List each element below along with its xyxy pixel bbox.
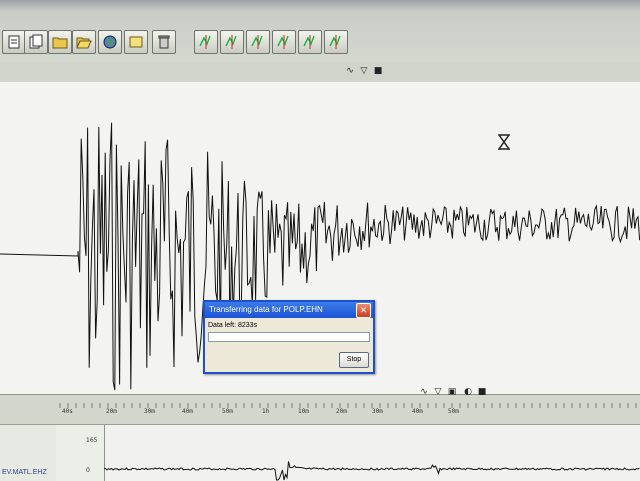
pick-third-button[interactable] [246,30,270,54]
pick-third-icon [251,35,263,49]
lower-waveform-line [104,461,640,481]
pick-first-icon [199,35,211,49]
seismogram-lower-trace[interactable]: EV.MATL.EHZ 165 0 [0,424,640,481]
wave-toggle-icon[interactable]: ∿ [344,65,356,77]
trace-toolbar: ∿ ▽ ■ [0,62,640,83]
note-button[interactable] [124,30,148,54]
dialog-title: Transferring data for POLP.EHN [209,305,323,314]
folder-button[interactable] [48,30,72,54]
pick-second-button[interactable] [220,30,244,54]
pick-fifth-button[interactable] [298,30,322,54]
pick-first-button[interactable] [194,30,218,54]
time-tick-label: 1h [262,408,270,415]
pick-sixth-button[interactable] [324,30,348,54]
dialog-message: Data left: 8233s [208,322,258,329]
station-label: EV.MATL.EHZ [2,469,47,476]
scale-top-label: 165 [86,437,98,444]
time-tick-label: 20m [106,408,117,415]
stop-button[interactable]: Stop [339,352,369,368]
pages-button[interactable] [24,30,48,54]
station-panel: EV.MATL.EHZ [0,425,57,481]
open-folder-icon [76,37,92,49]
time-tick-label: 10m [298,408,309,415]
folder-icon [52,37,68,49]
trash-button[interactable] [152,30,176,54]
time-tick-label: 20m [336,408,347,415]
time-tick-label: 50m [222,408,233,415]
close-trace-icon[interactable]: ■ [372,65,384,77]
time-tick-label: 50m [448,408,459,415]
globe-button[interactable] [98,30,122,54]
trash-icon [158,35,170,49]
hourglass-cursor-icon [498,134,510,150]
amplitude-scale: 165 0 [56,425,105,481]
time-tick-label: 40s [62,408,73,415]
pick-sixth-icon [329,35,341,49]
page-icon [8,35,20,49]
time-ticks [59,403,637,408]
dialog-close-button[interactable]: ✕ [356,303,371,318]
globe-icon [103,35,117,49]
dialog-progress-bar [208,332,370,342]
transfer-dialog: Transferring data for POLP.EHN ✕ Data le… [203,300,375,374]
pick-fifth-icon [303,35,315,49]
note-icon [129,36,143,48]
time-tick-label: 30m [144,408,155,415]
dialog-title-bar: Transferring data for POLP.EHN ✕ [205,302,373,318]
scale-bottom-label: 0 [86,467,90,474]
pick-fourth-icon [277,35,289,49]
pick-second-icon [225,35,237,49]
lower-waveform-svg [104,461,640,481]
page-button[interactable] [2,30,26,54]
pages-icon [29,34,43,49]
time-tick-label: 30m [372,408,383,415]
time-tick-label: 40m [182,408,193,415]
filter-toggle-icon[interactable]: ▽ [358,65,370,77]
time-tick-label: 40m [412,408,423,415]
pick-fourth-button[interactable] [272,30,296,54]
timescale-bar[interactable]: 40s 20m 30m 40m 50m 1h 10m 20m 30m 40m 50m ∿ ▽ ▣ ◐… [0,387,640,425]
main-toolbar [0,0,640,63]
open-folder-button[interactable] [72,30,96,54]
